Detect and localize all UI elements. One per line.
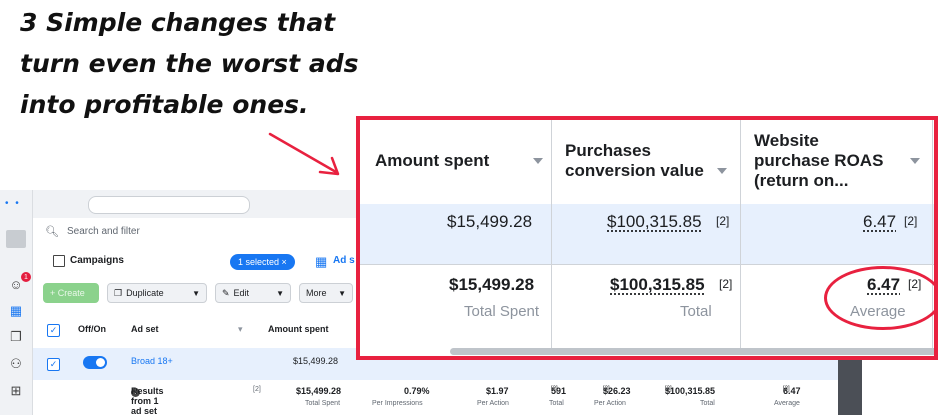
ad-set-name-link[interactable]: Broad 18+ xyxy=(131,356,173,366)
results-amount-spent-sub: Total Spent xyxy=(305,400,341,407)
zoom-header-roas[interactable]: Website purchase ROAS (return on... xyxy=(754,131,883,191)
row-amount-spent: $15,499.28 xyxy=(293,356,339,366)
search-input[interactable]: Search and filter xyxy=(67,226,140,237)
results-cost-per-purchase-ref: [2] xyxy=(603,386,610,392)
sort-caret-icon[interactable] xyxy=(910,158,920,164)
zoom-total-conv-value-sub: Total xyxy=(680,303,712,320)
duplicate-button[interactable]: ❐ Duplicate ▼ xyxy=(107,283,207,303)
results-amount-spent: $15,499.28 xyxy=(296,386,342,396)
zoom-header: Amount spent Purchases conversion value … xyxy=(360,120,934,205)
zoom-row-amount-spent: $15,499.28 xyxy=(447,212,533,231)
results-label-text: Results from 1 ad set xyxy=(131,386,164,416)
folder-icon xyxy=(53,255,65,267)
zoom-header-conv-value[interactable]: Purchases conversion value xyxy=(565,141,704,181)
zoom-header-conv-value-line1: Purchases xyxy=(565,141,651,160)
horizontal-scrollbar[interactable] xyxy=(450,348,934,355)
menu-dots-icon[interactable]: • • xyxy=(5,198,21,209)
more-button[interactable]: More ▼ xyxy=(299,283,353,303)
results-cost-per-purchase-sub: Per Action xyxy=(594,400,626,407)
notification-badge: 1 xyxy=(21,272,31,282)
pages-icon[interactable]: ❐ xyxy=(7,328,25,346)
zoom-total-amount-spent: $15,499.28 xyxy=(449,275,535,294)
selected-badge-label: 1 selected xyxy=(238,257,280,267)
zoom-row-roas: 6.47 xyxy=(863,212,897,231)
results-conv-value-sub: Total xyxy=(700,400,715,407)
zoom-header-amount-spent[interactable]: Amount spent xyxy=(375,151,489,171)
edit-button[interactable]: ✎ Edit ▼ xyxy=(215,283,291,303)
results-cpa-sub: Per Action xyxy=(477,400,509,407)
close-icon[interactable]: × xyxy=(282,257,287,267)
audience-icon[interactable]: ⚇ xyxy=(7,355,25,373)
headline: 3 Simple changes that turn even the wors… xyxy=(20,2,360,125)
column-divider xyxy=(740,120,741,352)
results-label: Results from 1 ad set i xyxy=(131,386,164,416)
zoom-header-roas-line2: purchase ROAS xyxy=(754,151,884,170)
results-ctr-sub: Per Impressions xyxy=(372,400,423,407)
more-label: More xyxy=(306,288,327,298)
grid-apps-icon[interactable] xyxy=(6,230,26,248)
headline-line-1: 3 Simple changes that xyxy=(20,8,336,37)
zoom-callout: Amount spent Purchases conversion value … xyxy=(356,116,938,360)
duplicate-icon: ❐ xyxy=(114,287,123,298)
results-conv-value-ref: [2] xyxy=(665,386,672,392)
zoom-row-conv-value-ref: [2] xyxy=(716,214,730,228)
account-selector[interactable] xyxy=(88,196,250,214)
zoom-total-amount-spent-sub: Total Spent xyxy=(464,303,540,320)
row-checkbox[interactable]: ✓ xyxy=(47,358,60,371)
roas-highlight-circle xyxy=(824,266,934,330)
tab-campaigns[interactable]: Campaigns xyxy=(70,255,124,266)
sort-caret-icon[interactable] xyxy=(533,158,543,164)
column-amount-spent[interactable]: Amount spent xyxy=(268,324,329,334)
zoom-header-roas-line1: Website xyxy=(754,131,819,150)
search-icon: 🔍︎ xyxy=(45,226,59,238)
headline-line-2: turn even the worst ads xyxy=(20,49,359,78)
tab-ad-sets[interactable]: Ad s xyxy=(333,255,355,266)
results-row: Results from 1 ad set i [2] $15,499.28 T… xyxy=(33,380,850,416)
duplicate-label: Duplicate xyxy=(126,288,164,298)
zoom-total-conv-value: $100,315.85 xyxy=(610,275,705,294)
chevron-down-icon[interactable]: ▼ xyxy=(192,289,200,298)
delivery-toggle[interactable] xyxy=(83,356,107,369)
results-ctr: 0.79% xyxy=(404,386,430,396)
zoom-row-roas-ref: [2] xyxy=(904,214,918,228)
headline-line-3: into profitable ones. xyxy=(20,90,309,119)
left-nav: • • ☺ 1 ▦ ❐ ⚇ ⊞ xyxy=(0,190,33,415)
column-divider xyxy=(551,120,552,352)
results-ref: [2] xyxy=(253,386,261,393)
notifications-icon[interactable]: ☺ 1 xyxy=(7,272,31,293)
selected-badge[interactable]: 1 selected × xyxy=(230,254,295,270)
zoom-total-conv-value-ref: [2] xyxy=(719,277,733,291)
create-button[interactable]: + Create xyxy=(43,283,99,303)
campaigns-table-icon[interactable]: ▦ xyxy=(7,302,25,320)
billing-icon[interactable]: ⊞ xyxy=(7,382,25,400)
adset-grid-icon: ▦ xyxy=(315,254,328,269)
results-roas-sub: Average xyxy=(774,400,800,407)
results-cpa: $1.97 xyxy=(486,386,509,396)
pointer-arrow xyxy=(268,132,340,176)
zoom-row-conv-value: $100,315.85 xyxy=(607,212,702,231)
select-all-checkbox[interactable]: ✓ xyxy=(47,324,60,337)
chevron-down-icon: ▼ xyxy=(338,288,346,298)
sort-caret-icon[interactable]: ▾ xyxy=(238,324,243,335)
zoom-header-conv-value-line2: conversion value xyxy=(565,161,704,180)
sort-caret-icon[interactable] xyxy=(717,168,727,174)
results-conv-value-value: $100,315.85 xyxy=(665,386,716,396)
column-divider xyxy=(932,120,933,352)
pencil-icon: ✎ xyxy=(222,287,230,298)
results-purchases-ref: [2] xyxy=(551,386,558,392)
zoom-header-roas-line3: (return on... xyxy=(754,171,849,190)
results-purchases-sub: Total xyxy=(549,400,564,407)
column-ad-set[interactable]: Ad set xyxy=(131,324,159,334)
edit-label: Edit xyxy=(233,288,250,298)
zoom-selected-row[interactable]: $15,499.28 $100,315.85 [2] 6.47 [2] xyxy=(360,204,934,265)
create-button-label: + Create xyxy=(50,288,85,298)
window-edge xyxy=(838,358,862,415)
results-roas-ref: [2] xyxy=(783,386,790,392)
chevron-down-icon[interactable]: ▼ xyxy=(276,289,284,298)
column-off-on[interactable]: Off/On xyxy=(78,324,106,334)
